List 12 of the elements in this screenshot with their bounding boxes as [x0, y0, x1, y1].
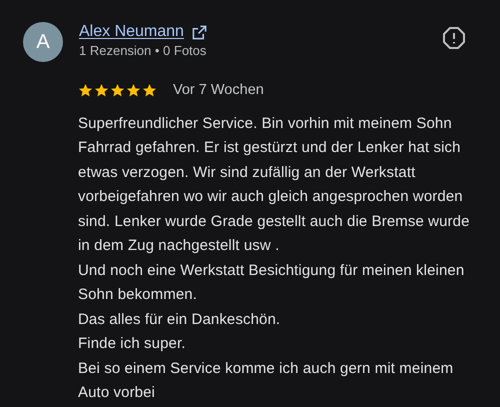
external-link-icon[interactable]: [192, 24, 207, 40]
star-icon: [142, 83, 157, 98]
review-text: Superfreundlicher Service. Bin vorhin mit meinem Sohn Fahrrad gefahren. Er ist gestürzt und der Lenker hat sich etwas verzogen. Wir sind zufällig an der Werkstatt vorbeigefahren wo wir auch gleich angesprochen worden sind. Lenker wurde Grade gestellt auch die Bremse wurde in dem Zug nachgestellt usw . Und noch eine Werkstatt Besichtigung für meinen kleinen Sohn bekommen. Das alles für ein Dankeschön. Finde ich super. Bei so einem Service komme ich auch gern mit meinem Auto vorbei: [78, 114, 471, 404]
star-icon: [126, 83, 141, 98]
star-icon: [78, 83, 93, 98]
review-time: Vor 7 Wochen: [173, 81, 264, 100]
star-icon: [94, 83, 109, 98]
report-icon[interactable]: [442, 26, 466, 50]
author-link[interactable]: Alex Neumann: [79, 22, 184, 42]
star-icon: [110, 83, 125, 98]
review-count: 1 Rezension • 0 Fotos: [79, 42, 208, 60]
avatar: A: [23, 22, 63, 62]
